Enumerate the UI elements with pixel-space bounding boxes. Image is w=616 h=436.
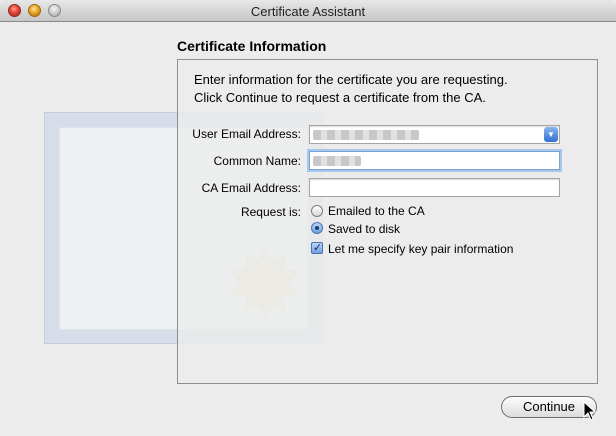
user-email-label: User Email Address:	[192, 127, 301, 141]
window-title: Certificate Assistant	[250, 4, 366, 19]
title-bar: Certificate Assistant	[0, 0, 616, 22]
emailed-label[interactable]: Emailed to the CA	[328, 204, 425, 218]
common-name-value-redacted	[313, 156, 361, 166]
intro-line-2: Click Continue to request a certificate …	[194, 90, 486, 105]
ca-email-label: CA Email Address:	[201, 181, 301, 195]
saved-to-disk-label[interactable]: Saved to disk	[328, 222, 400, 236]
section-title: Certificate Information	[177, 38, 327, 54]
intro-text: Enter information for the certificate yo…	[194, 71, 590, 107]
saved-to-disk-radio[interactable]	[311, 222, 323, 234]
keypair-label[interactable]: Let me specify key pair information	[328, 242, 513, 256]
pointer-cursor-icon	[583, 401, 597, 421]
request-is-label: Request is:	[240, 205, 301, 219]
keypair-checkbox[interactable]: ✓	[311, 242, 323, 254]
user-email-popup[interactable]: ▼	[309, 125, 560, 144]
form-panel: Enter information for the certificate yo…	[177, 59, 598, 384]
user-email-value-redacted	[313, 130, 419, 140]
ca-email-field[interactable]	[309, 178, 560, 197]
chevron-down-icon[interactable]: ▼	[544, 127, 558, 142]
common-name-label: Common Name:	[213, 154, 301, 168]
emailed-radio[interactable]	[311, 205, 323, 217]
checkmark-icon: ✓	[313, 242, 323, 254]
common-name-field[interactable]	[309, 151, 560, 170]
intro-line-1: Enter information for the certificate yo…	[194, 72, 508, 87]
